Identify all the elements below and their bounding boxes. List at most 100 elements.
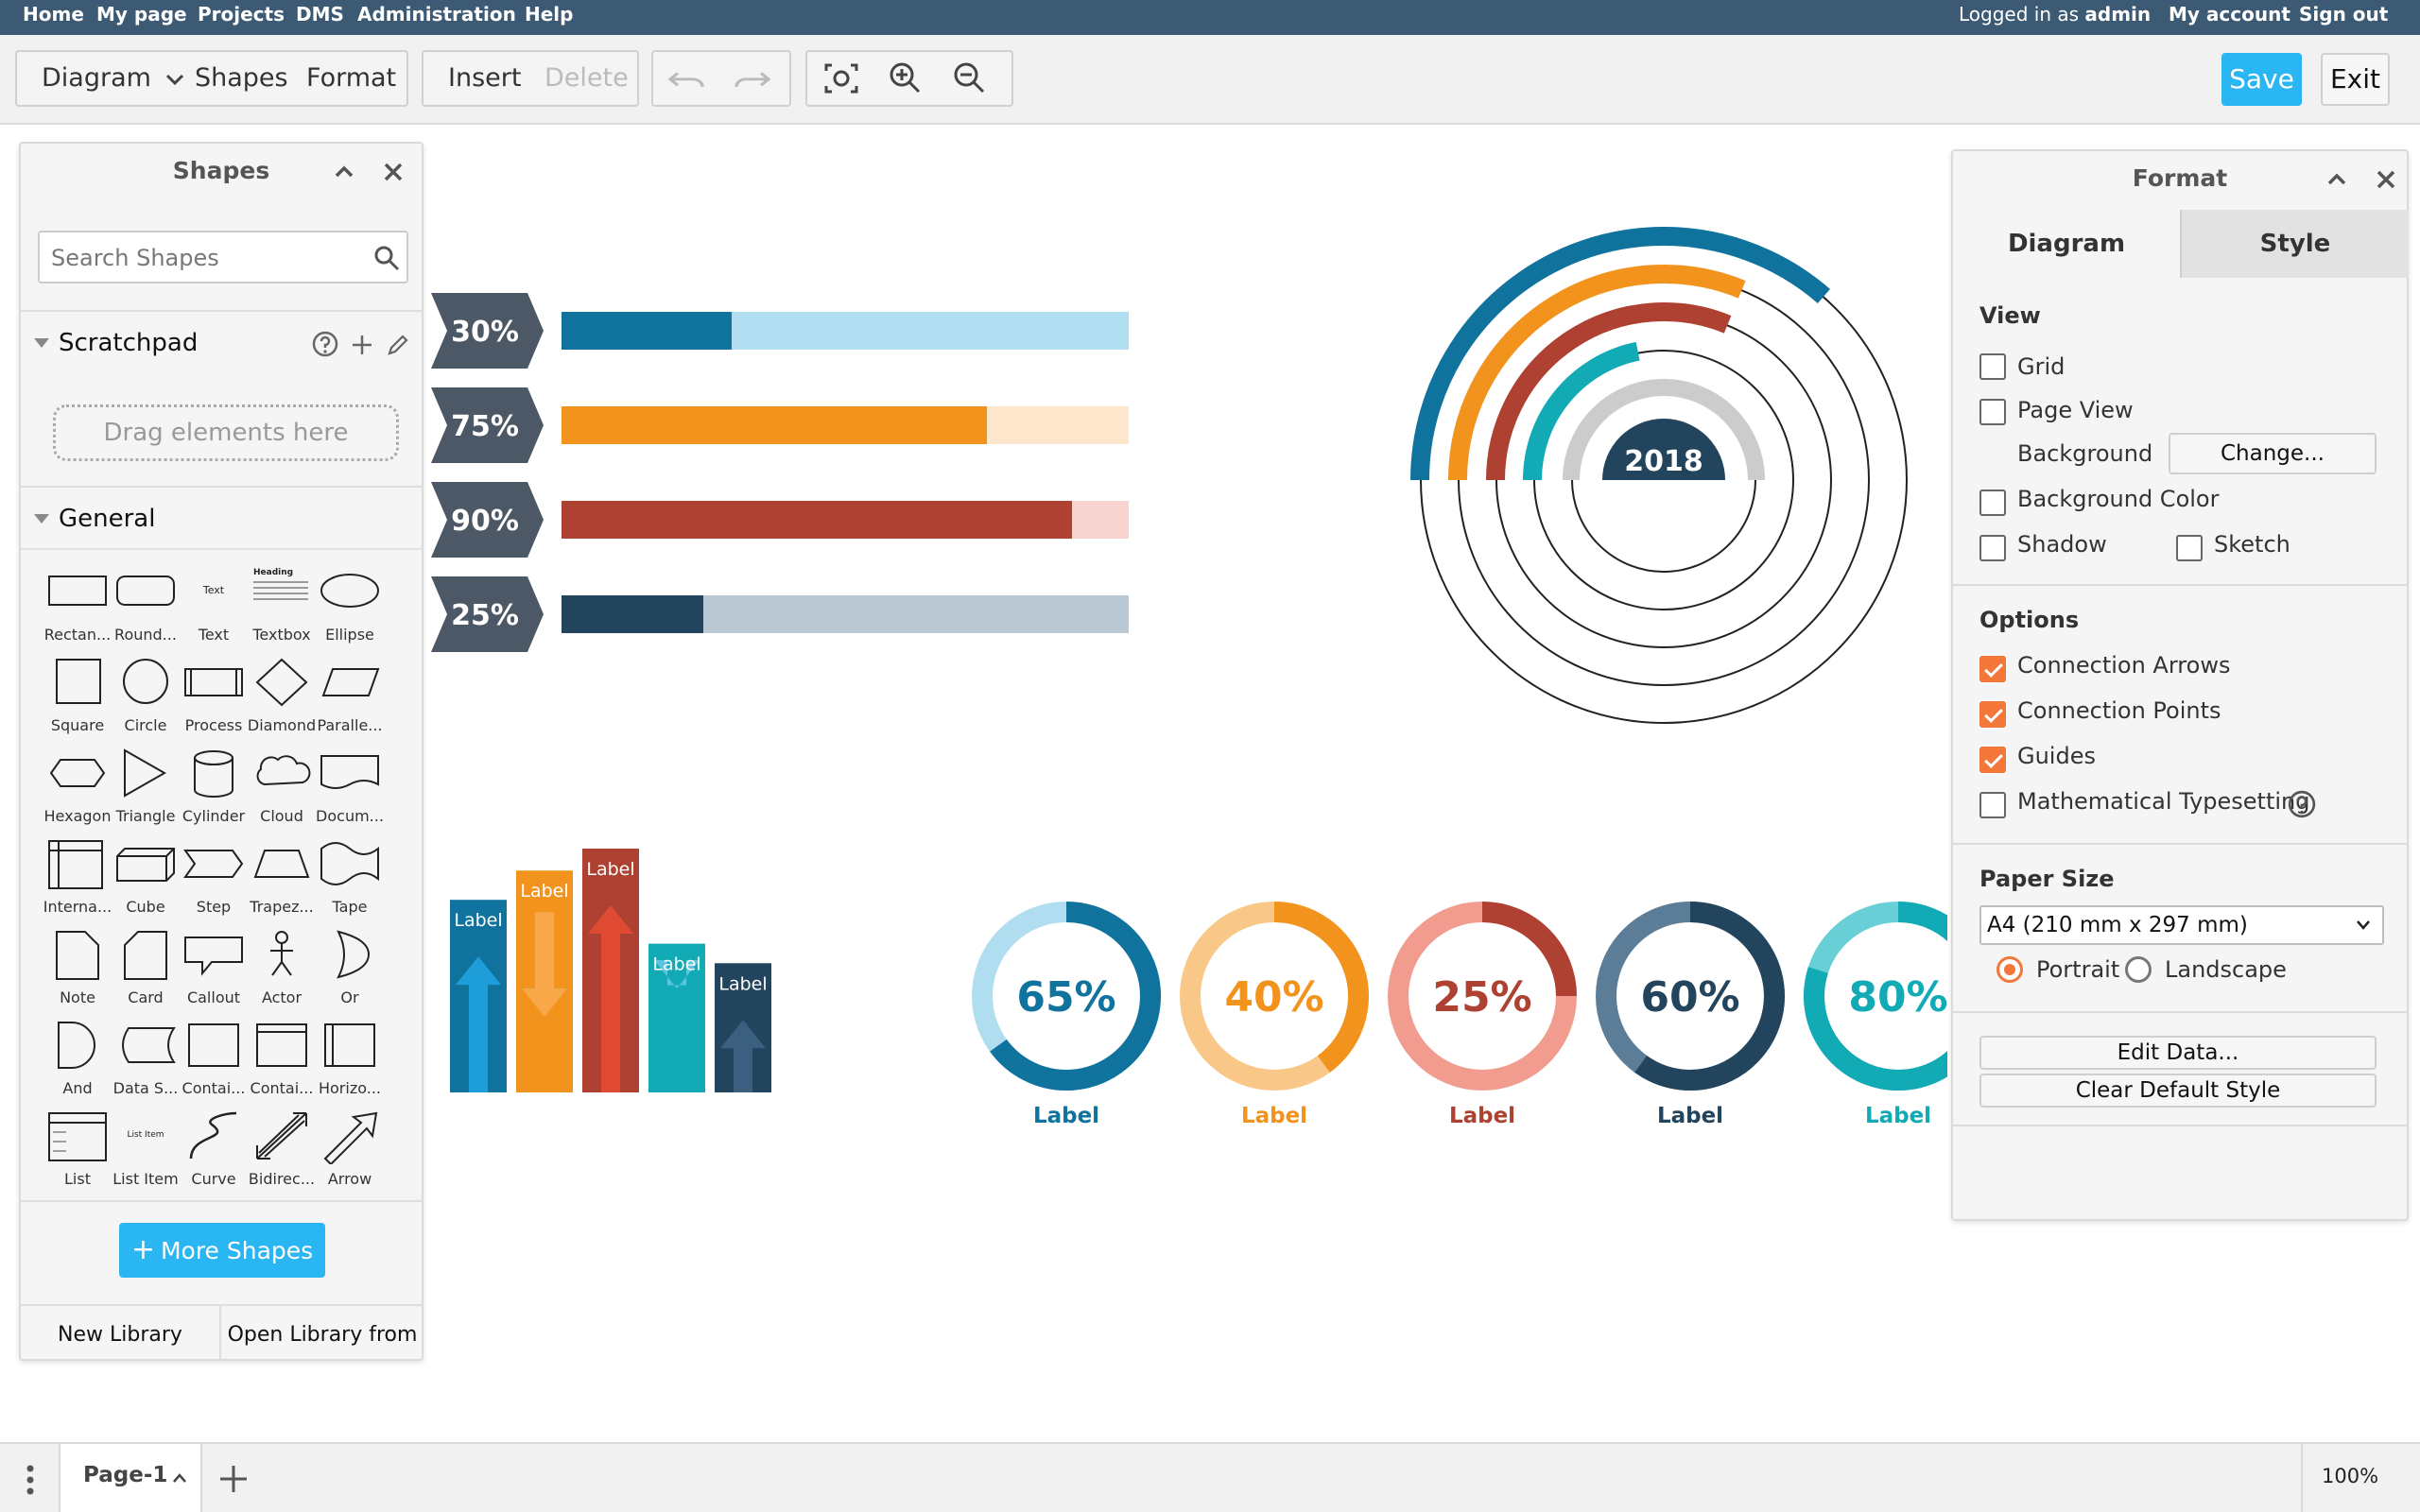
shape-item[interactable]: Triangle	[112, 743, 180, 833]
progress-fill[interactable]	[562, 595, 703, 633]
shape-item[interactable]: Trapez...	[248, 833, 316, 924]
delete-button[interactable]: Delete	[544, 52, 629, 105]
connection-arrows-checkbox[interactable]	[1979, 656, 2006, 682]
shape-item[interactable]: Contai...	[248, 1015, 316, 1106]
format-toggle-button[interactable]: Format	[306, 52, 396, 105]
sketch-checkbox[interactable]	[2176, 535, 2203, 561]
shape-item[interactable]: Curve	[180, 1106, 248, 1196]
search-icon[interactable]	[372, 244, 401, 272]
open-library-button[interactable]: Open Library from	[221, 1306, 422, 1359]
close-icon[interactable]	[2371, 164, 2401, 195]
scratchpad-section-header[interactable]: Scratchpad	[21, 310, 422, 372]
tab-diagram[interactable]: Diagram	[1953, 210, 2180, 278]
new-library-button[interactable]: New Library	[21, 1306, 221, 1359]
paper-size-select[interactable]: A4 (210 mm x 297 mm)	[1979, 905, 2384, 945]
shape-item[interactable]: Diamond	[248, 652, 316, 743]
nav-administration-link[interactable]: Administration	[357, 3, 516, 26]
shape-item[interactable]: Cloud	[248, 743, 316, 833]
scratchpad-dropzone[interactable]: Drag elements here	[53, 404, 399, 461]
shadow-checkbox[interactable]	[1979, 535, 2006, 561]
background-color-checkbox[interactable]	[1979, 490, 2006, 516]
help-icon[interactable]	[2288, 790, 2316, 818]
shape-item[interactable]: Card	[112, 924, 180, 1015]
note-shape-icon	[56, 931, 99, 980]
shape-item[interactable]: List	[43, 1106, 112, 1196]
nav-dms-link[interactable]: DMS	[296, 3, 344, 26]
portrait-radio[interactable]	[1996, 956, 2023, 983]
zoom-out-icon[interactable]	[949, 60, 991, 97]
shape-item[interactable]: Interna...	[43, 833, 112, 924]
shape-item[interactable]: Step	[180, 833, 248, 924]
edit-pencil-icon[interactable]	[386, 333, 410, 357]
connection-points-checkbox[interactable]	[1979, 701, 2006, 728]
nav-help-link[interactable]: Help	[525, 3, 573, 26]
page-tab[interactable]: Page-1	[59, 1444, 202, 1512]
undo-icon[interactable]	[666, 60, 708, 97]
clear-default-style-button[interactable]: Clear Default Style	[1979, 1074, 2377, 1108]
shape-item[interactable]: Arrow	[316, 1106, 384, 1196]
nav-my-page-link[interactable]: My page	[96, 3, 187, 26]
edit-data-button[interactable]: Edit Data...	[1979, 1036, 2377, 1070]
nav-projects-link[interactable]: Projects	[198, 3, 285, 26]
redo-icon[interactable]	[731, 60, 772, 97]
shape-item[interactable]: Actor	[248, 924, 316, 1015]
change-background-button[interactable]: Change...	[2169, 433, 2377, 474]
nav-home-link[interactable]: Home	[23, 3, 84, 26]
page-view-checkbox[interactable]	[1979, 399, 2006, 425]
add-icon[interactable]	[350, 333, 374, 357]
zoom-in-icon[interactable]	[885, 60, 926, 97]
add-page-icon[interactable]	[217, 1463, 250, 1495]
shape-item[interactable]: Square	[43, 652, 112, 743]
nav-my-account-link[interactable]: My account	[2169, 3, 2290, 26]
shape-item[interactable]: Cube	[112, 833, 180, 924]
shape-item[interactable]: Circle	[112, 652, 180, 743]
exit-button[interactable]: Exit	[2321, 53, 2390, 106]
help-icon[interactable]	[312, 331, 338, 357]
guides-checkbox[interactable]	[1979, 747, 2006, 773]
close-icon[interactable]	[378, 157, 408, 187]
shape-item[interactable]: Process	[180, 652, 248, 743]
grid-checkbox[interactable]	[1979, 353, 2006, 380]
shape-item[interactable]: Heading Textbox	[248, 561, 316, 652]
shape-item[interactable]: Round...	[112, 561, 180, 652]
shape-item[interactable]: Hexagon	[43, 743, 112, 833]
general-section-header[interactable]: General	[21, 486, 422, 548]
more-vertical-icon[interactable]	[21, 1463, 40, 1497]
shape-item[interactable]: Cylinder	[180, 743, 248, 833]
chevron-up-icon[interactable]	[172, 1472, 187, 1484]
shape-item[interactable]: Ellipse	[316, 561, 384, 652]
shape-item[interactable]: Bidirec...	[248, 1106, 316, 1196]
more-shapes-button[interactable]: + More Shapes	[119, 1223, 325, 1278]
shape-item[interactable]: Note	[43, 924, 112, 1015]
shape-item[interactable]: Contai...	[180, 1015, 248, 1106]
shape-item[interactable]: Horizo...	[316, 1015, 384, 1106]
progress-fill[interactable]	[562, 501, 1072, 539]
collapse-up-icon[interactable]	[2322, 164, 2352, 195]
shape-item[interactable]: List Item List Item	[112, 1106, 180, 1196]
shape-item[interactable]: Tape	[316, 833, 384, 924]
tab-style[interactable]: Style	[2180, 210, 2409, 278]
math-typesetting-checkbox[interactable]	[1979, 792, 2006, 818]
diagram-menu-label: Diagram	[42, 63, 151, 93]
shape-item[interactable]: Text Text	[180, 561, 248, 652]
zoom-level[interactable]: 100%	[2322, 1465, 2378, 1487]
shape-item[interactable]: Rectan...	[43, 561, 112, 652]
shape-item[interactable]: And	[43, 1015, 112, 1106]
progress-fill[interactable]	[562, 406, 987, 444]
shape-item[interactable]: Data S...	[112, 1015, 180, 1106]
collapse-up-icon[interactable]	[329, 157, 359, 187]
insert-button[interactable]: Insert	[448, 52, 521, 105]
nav-sign-out-link[interactable]: Sign out	[2299, 3, 2388, 26]
search-shapes-input[interactable]	[51, 242, 363, 274]
fit-screen-icon[interactable]	[821, 60, 862, 97]
diagram-menu-button[interactable]: Diagram	[42, 52, 184, 105]
shape-item[interactable]: Paralle...	[316, 652, 384, 743]
landscape-radio[interactable]	[2125, 956, 2152, 983]
save-button[interactable]: Save	[2221, 53, 2302, 106]
shape-item[interactable]: Or	[316, 924, 384, 1015]
progress-fill[interactable]	[562, 312, 732, 350]
shape-item[interactable]: Callout	[180, 924, 248, 1015]
shapes-toggle-button[interactable]: Shapes	[195, 52, 288, 105]
diagram-canvas[interactable]: 30%75%90%25% 2018 LabelLabelLabelLabelLa…	[425, 127, 1947, 1440]
shape-item[interactable]: Docum...	[316, 743, 384, 833]
